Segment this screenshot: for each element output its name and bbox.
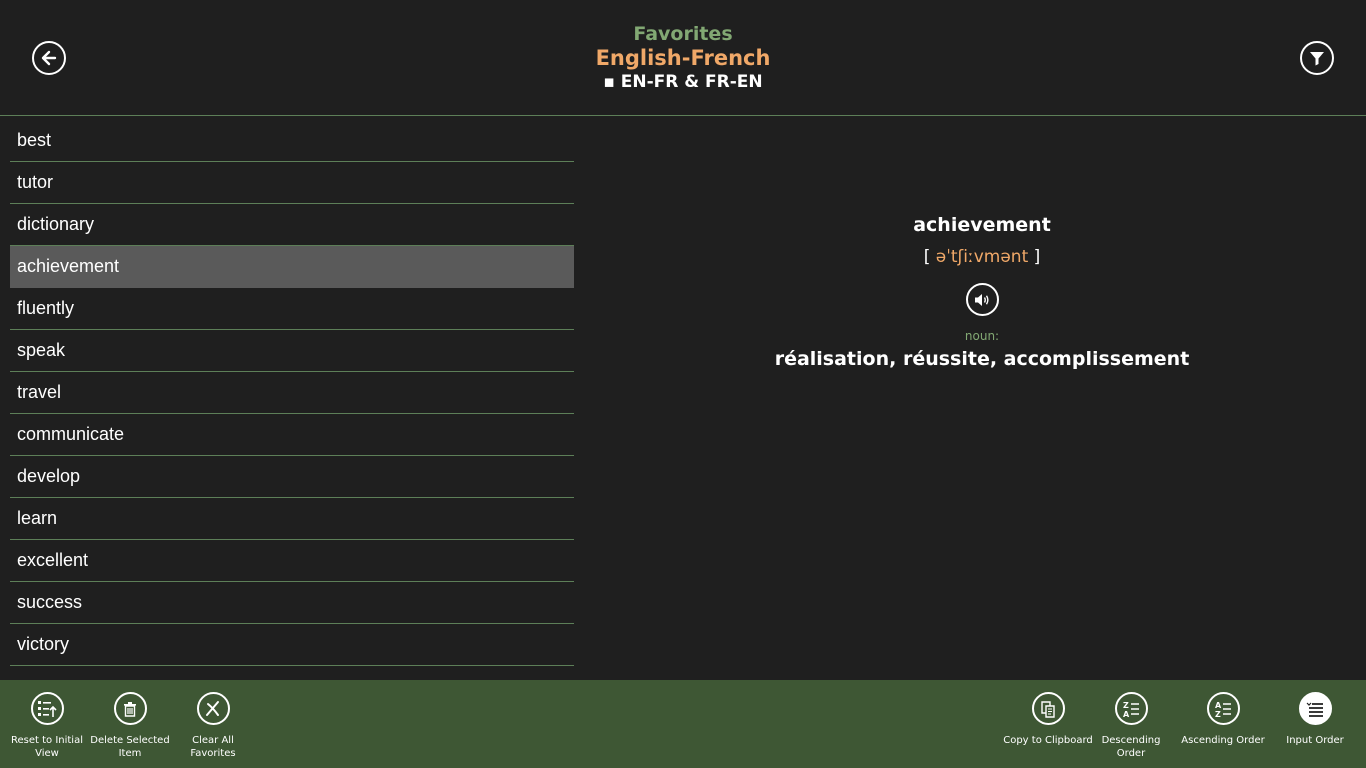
- word-label: travel: [17, 382, 62, 402]
- svg-text:A: A: [1123, 710, 1130, 719]
- section-title: Favorites: [633, 23, 733, 45]
- word-label: fluently: [17, 298, 75, 318]
- back-arrow-icon: [41, 50, 57, 66]
- svg-text:Z: Z: [1123, 701, 1129, 710]
- word-list-item[interactable]: victory: [10, 624, 574, 666]
- bracket-open: [: [923, 247, 936, 267]
- delete-selected-label: Delete Selected Item: [90, 735, 170, 759]
- detail-headword: achievement: [913, 214, 1051, 236]
- word-list-item[interactable]: achievement: [10, 246, 574, 288]
- header: Favorites English-French ▪ EN-FR & FR-EN: [0, 0, 1366, 116]
- word-detail-panel: achievement [ əˈtʃiːvmənt ] noun: réalis…: [682, 210, 1282, 372]
- speaker-icon: [975, 293, 989, 306]
- word-label: communicate: [17, 424, 125, 444]
- word-list-item[interactable]: excellent: [10, 540, 574, 582]
- svg-text:Z: Z: [1215, 710, 1221, 719]
- word-label: develop: [17, 466, 81, 486]
- word-label: dictionary: [17, 214, 95, 234]
- word-label: best: [17, 130, 52, 150]
- pronunciation: [ əˈtʃiːvmənt ]: [682, 241, 1282, 273]
- reset-view-button[interactable]: Reset to Initial View: [2, 692, 92, 760]
- filter-button[interactable]: [1300, 41, 1334, 75]
- delete-selected-button[interactable]: Delete Selected Item: [85, 692, 175, 760]
- clear-favorites-label: Clear All Favorites: [190, 735, 236, 759]
- word-label: success: [17, 592, 83, 612]
- sort-az-icon: A Z: [1215, 701, 1231, 719]
- pronunciation-ipa: əˈtʃiːvmənt: [935, 247, 1029, 267]
- svg-text:A: A: [1215, 701, 1222, 710]
- word-list-item[interactable]: tutor: [10, 162, 574, 204]
- word-list-item[interactable]: develop: [10, 456, 574, 498]
- word-label: achievement: [17, 256, 120, 276]
- play-sound-button[interactable]: [965, 283, 999, 316]
- word-label: speak: [17, 340, 66, 360]
- word-label: victory: [17, 634, 70, 654]
- input-order-button[interactable]: Input Order: [1270, 692, 1360, 747]
- filter-icon: [1310, 52, 1324, 66]
- direction-subtitle: ▪ EN-FR & FR-EN: [603, 72, 763, 92]
- word-list-item[interactable]: communicate: [10, 414, 574, 456]
- word-list-item[interactable]: travel: [10, 372, 574, 414]
- translation: réalisation, réussite, accomplissement: [774, 348, 1190, 370]
- copy-clipboard-label: Copy to Clipboard: [1003, 735, 1093, 746]
- word-label: learn: [17, 508, 58, 528]
- favorites-word-list: best tutor dictionary achievement fluent…: [10, 120, 574, 666]
- trash-icon: [124, 701, 136, 717]
- clipboard-icon: [1041, 700, 1055, 718]
- copy-clipboard-button[interactable]: Copy to Clipboard: [1003, 692, 1093, 747]
- reset-list-icon: [38, 700, 57, 717]
- clear-favorites-button[interactable]: Clear All Favorites: [168, 692, 258, 760]
- clear-x-icon: [206, 700, 219, 716]
- word-list-item[interactable]: speak: [10, 330, 574, 372]
- word-list-item[interactable]: learn: [10, 498, 574, 540]
- reset-view-label: Reset to Initial View: [10, 735, 83, 759]
- word-list-item[interactable]: success: [10, 582, 574, 624]
- input-order-label: Input Order: [1286, 735, 1344, 746]
- word-list-item[interactable]: dictionary: [10, 204, 574, 246]
- input-order-list-icon: [1306, 702, 1323, 717]
- title-block: Favorites English-French ▪ EN-FR & FR-EN: [433, 22, 933, 94]
- word-label: excellent: [17, 550, 89, 570]
- back-button[interactable]: [32, 41, 66, 75]
- word-list-item[interactable]: best: [10, 120, 574, 162]
- ascending-order-button[interactable]: A Z Ascending Order: [1178, 692, 1268, 747]
- descending-order-label: Descending Order: [1101, 735, 1161, 759]
- word-list-item[interactable]: fluently: [10, 288, 574, 330]
- descending-order-button[interactable]: Z A Descending Order: [1086, 692, 1176, 760]
- dictionary-title: English-French: [595, 46, 771, 70]
- ascending-order-label: Ascending Order: [1181, 735, 1265, 746]
- sort-za-icon: Z A: [1123, 701, 1139, 719]
- bracket-close: ]: [1028, 247, 1041, 267]
- part-of-speech: noun:: [964, 329, 1000, 343]
- app-bar: Reset to Initial View Delete Selected It…: [0, 680, 1366, 768]
- word-label: tutor: [17, 172, 54, 192]
